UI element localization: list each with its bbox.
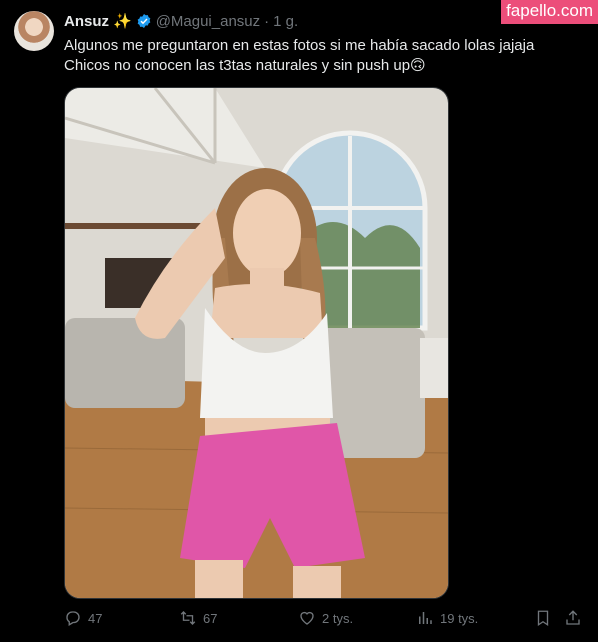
tweet-text-line-1: Algunos me preguntaron en estas fotos si… [64, 37, 535, 54]
repost-button[interactable]: 67 [179, 609, 217, 627]
like-icon [300, 611, 314, 625]
user-name[interactable]: Ansuz [64, 13, 109, 30]
tweet-text: Algunos me preguntaron en estas fotos si… [64, 36, 584, 76]
upside-down-face-emoji: 🙃 [410, 57, 426, 74]
reply-count: 47 [88, 610, 103, 626]
reply-icon [66, 611, 80, 626]
share-button[interactable] [564, 609, 582, 627]
tweet-text-line-2: Chicos no conocen las t3tas naturales y … [64, 56, 584, 76]
tweet-header: Ansuz ✨ @Magui_ansuz · 1 g. [64, 12, 298, 31]
bookmark-button[interactable] [534, 609, 552, 627]
photo-illustration [65, 88, 448, 598]
views-count: 19 tys. [440, 610, 479, 626]
tweet-time[interactable]: 1 g. [273, 13, 298, 30]
avatar[interactable] [14, 11, 54, 51]
tweet-photo[interactable] [64, 87, 449, 599]
like-button[interactable]: 2 tys. [298, 609, 353, 627]
sparkle-emoji: ✨ [113, 13, 132, 30]
tweet-actions: 47 67 2 tys. 19 tys. [64, 609, 586, 631]
repost-icon [180, 611, 196, 625]
views-button[interactable]: 19 tys. [416, 609, 478, 627]
share-icon [566, 610, 580, 625]
reply-button[interactable]: 47 [64, 609, 102, 627]
repost-count: 67 [203, 610, 218, 626]
user-handle[interactable]: @Magui_ansuz [156, 13, 260, 30]
bookmark-icon [537, 610, 549, 627]
views-icon [419, 612, 432, 624]
like-count: 2 tys. [322, 610, 354, 626]
tweet-text-line-2-content: Chicos no conocen las t3tas naturales y … [64, 57, 411, 74]
watermark: fapello.com [501, 0, 598, 24]
verified-badge-icon [137, 14, 151, 28]
separator-dot: · [264, 12, 270, 30]
